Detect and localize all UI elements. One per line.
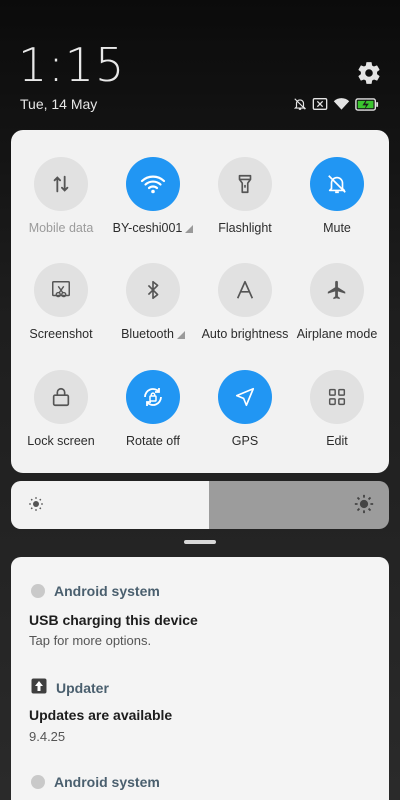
brightness-low-icon <box>27 495 45 517</box>
tile-label: Screenshot <box>29 327 93 341</box>
tile-wifi[interactable]: BY-ceshi001 <box>107 157 199 235</box>
tile-airplane-mode[interactable]: Airplane mode <box>291 263 383 341</box>
tile-label: Auto brightness <box>201 327 289 341</box>
status-bar-icons <box>293 97 379 111</box>
notification-app-name: Android system <box>54 583 160 599</box>
mute-bell-icon <box>293 97 307 111</box>
brightness-slider[interactable] <box>11 481 389 529</box>
tile-label: Mute <box>323 221 351 235</box>
tile-mute[interactable]: Mute <box>291 157 383 235</box>
clock[interactable]: 1:15 <box>18 38 125 92</box>
lock-icon <box>34 370 88 424</box>
battery-charging-icon <box>355 97 379 111</box>
notification-title[interactable]: USB charging this device <box>29 612 198 628</box>
notification-text[interactable]: Tap for more options. <box>29 633 151 648</box>
tile-label: Flashlight <box>218 221 272 235</box>
notification-text[interactable]: 9.4.25 <box>29 729 65 744</box>
tile-label: Mobile data <box>28 221 94 235</box>
auto-brightness-icon <box>218 263 272 317</box>
bluetooth-icon <box>126 263 180 317</box>
no-sim-icon <box>312 97 328 111</box>
gear-icon[interactable] <box>356 60 382 86</box>
flashlight-icon <box>218 157 272 211</box>
grid-icon <box>310 370 364 424</box>
notification-app-name: Android system <box>54 774 160 790</box>
drag-handle[interactable] <box>184 540 216 544</box>
mobile-data-icon <box>34 157 88 211</box>
tile-label: Rotate off <box>126 434 180 448</box>
tile-screenshot[interactable]: Screenshot <box>15 263 107 341</box>
notification-title[interactable]: Updates are available <box>29 707 172 723</box>
tile-rotate[interactable]: Rotate off <box>107 370 199 448</box>
screenshot-icon <box>34 263 88 317</box>
notification-app-header[interactable]: Updater <box>31 678 109 697</box>
updater-icon <box>31 678 47 697</box>
android-system-icon <box>31 775 45 789</box>
tile-auto-brightness[interactable]: Auto brightness <box>199 263 291 341</box>
tile-gps[interactable]: GPS <box>199 370 291 448</box>
tile-label: GPS <box>231 434 259 448</box>
tile-label: BY-ceshi001 <box>107 221 199 235</box>
notification-app-header[interactable]: Android system <box>31 774 160 790</box>
tile-label: Airplane mode <box>296 327 378 341</box>
rotate-lock-icon <box>126 370 180 424</box>
tile-mobile-data[interactable]: Mobile data <box>15 157 107 235</box>
date: Tue, 14 May <box>20 96 98 112</box>
android-system-icon <box>31 584 45 598</box>
airplane-icon <box>310 263 364 317</box>
tile-bluetooth[interactable]: Bluetooth <box>107 263 199 341</box>
signal-indicator-icon <box>185 225 194 233</box>
tile-edit[interactable]: Edit <box>291 370 383 448</box>
tile-label: Edit <box>326 434 348 448</box>
tile-label: Bluetooth <box>107 327 199 341</box>
wifi-icon <box>333 97 350 111</box>
notification-app-name: Updater <box>56 679 109 696</box>
tile-label: Lock screen <box>27 434 95 448</box>
gps-icon <box>218 370 272 424</box>
signal-indicator-icon <box>176 331 185 339</box>
notification-list: Android system USB charging this device … <box>11 557 389 800</box>
mute-icon <box>310 157 364 211</box>
wifi-icon <box>126 157 180 211</box>
tile-flashlight[interactable]: Flashlight <box>199 157 291 235</box>
notification-app-header[interactable]: Android system <box>31 583 160 599</box>
tile-lock-screen[interactable]: Lock screen <box>15 370 107 448</box>
quick-settings-panel: Mobile data BY-ceshi001 Flashlight Mute … <box>11 130 389 473</box>
brightness-high-icon <box>353 493 375 519</box>
